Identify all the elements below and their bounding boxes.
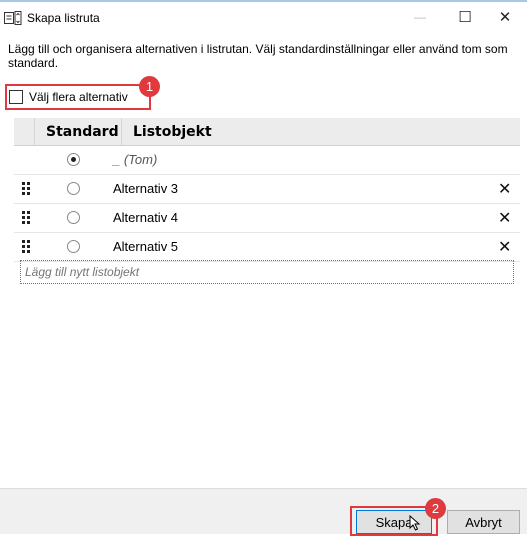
mouse-pointer-icon (409, 515, 421, 531)
close-button[interactable]: ✕ (483, 2, 527, 32)
header-divider (34, 118, 35, 145)
highlight-multi-select (5, 84, 151, 110)
default-radio[interactable] (67, 182, 80, 195)
default-radio[interactable] (67, 153, 80, 166)
table-row[interactable]: Alternativ 5 ✕ (14, 233, 520, 262)
column-header-standard: Standard (46, 124, 119, 140)
minimize-button[interactable]: — (398, 2, 442, 32)
list-item-text[interactable]: Alternativ 4 (113, 210, 178, 225)
delete-icon[interactable]: ✕ (498, 208, 511, 228)
list-item-text[interactable]: Alternativ 5 (113, 239, 178, 254)
new-item-input[interactable] (25, 262, 505, 282)
window-title: Skapa listruta (27, 11, 100, 25)
step-badge-2: 2 (425, 498, 446, 519)
table-row[interactable]: Alternativ 3 ✕ (14, 175, 520, 204)
list-item-text[interactable]: Alternativ 3 (113, 181, 178, 196)
delete-icon[interactable]: ✕ (498, 237, 511, 257)
table-header: Standard Listobjekt (14, 118, 520, 146)
default-radio[interactable] (67, 240, 80, 253)
maximize-button[interactable]: ☐ (443, 2, 487, 32)
new-item-field[interactable] (20, 260, 514, 284)
step-badge-1: 1 (139, 76, 160, 97)
drag-handle-icon[interactable] (22, 240, 31, 253)
table-row[interactable]: Alternativ 4 ✕ (14, 204, 520, 233)
table-row[interactable]: _ (Tom) (14, 146, 520, 175)
drag-handle-icon[interactable] (22, 211, 31, 224)
dialog-description: Lägg till och organisera alternativen i … (8, 42, 508, 70)
drag-handle-icon[interactable] (22, 182, 31, 195)
list-items-table: Standard Listobjekt _ (Tom) Alternativ 3… (14, 118, 520, 262)
delete-icon[interactable]: ✕ (498, 179, 511, 199)
list-item-text[interactable]: _ (Tom) (113, 152, 157, 167)
column-header-listobjekt: Listobjekt (133, 124, 212, 140)
cancel-button[interactable]: Avbryt (447, 510, 520, 534)
default-radio[interactable] (67, 211, 80, 224)
combo-box-icon (4, 11, 22, 25)
header-divider (121, 118, 122, 145)
